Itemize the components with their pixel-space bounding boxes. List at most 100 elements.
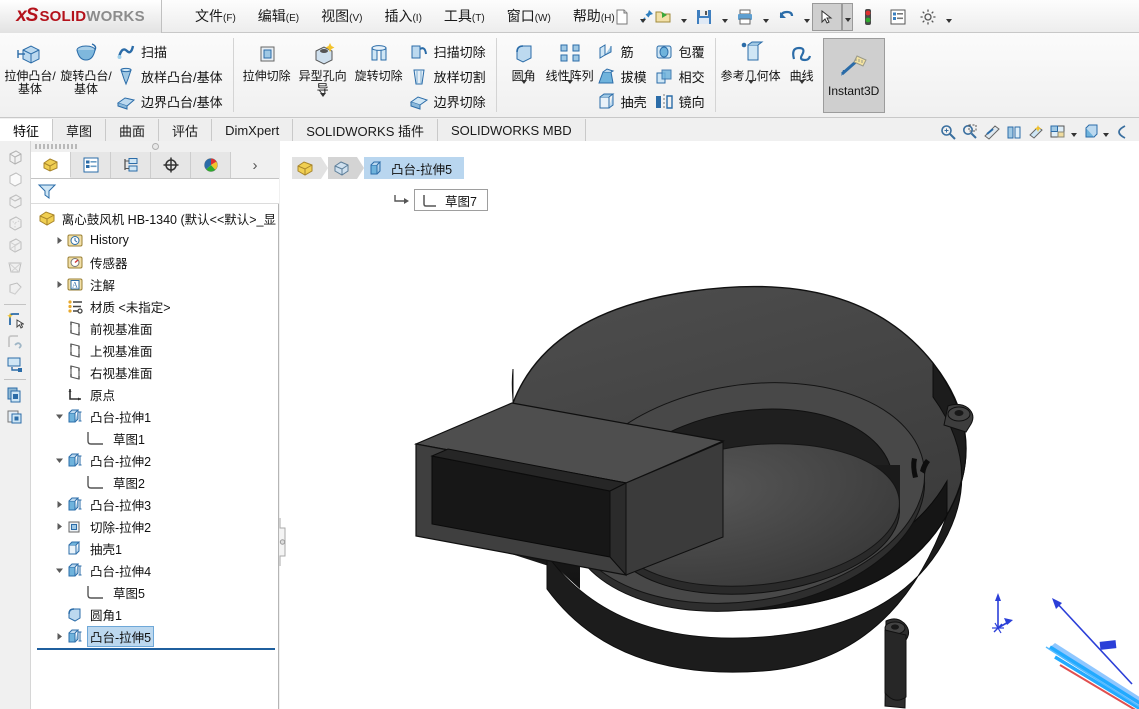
tree-item-right-plane[interactable]: 右视基准面 <box>31 361 279 383</box>
menu-tools[interactable]: 工具(T) <box>433 2 496 30</box>
tree-item-sketch5[interactable]: 草图5 <box>31 581 279 603</box>
boundary-boss-button[interactable]: 边界凸台/基体 <box>114 89 228 114</box>
undo-dropdown[interactable] <box>801 3 812 31</box>
extruded-boss-base-button[interactable]: 拉伸凸台/基体 <box>2 36 58 108</box>
menu-view[interactable]: 视图(V) <box>310 2 373 30</box>
lofted-boss-button[interactable]: 放样凸台/基体 <box>114 64 228 89</box>
chevron-right-icon[interactable] <box>52 625 66 647</box>
tree-item-origin[interactable]: 原点 <box>31 383 279 405</box>
save-icon[interactable] <box>689 3 719 31</box>
reference-geometry-dropdown[interactable] <box>747 80 754 98</box>
select-dropdown[interactable] <box>842 2 853 31</box>
curves-dropdown[interactable] <box>798 80 805 98</box>
chevron-right-icon[interactable] <box>52 493 66 515</box>
menu-window[interactable]: 窗口(W) <box>496 2 562 30</box>
fmtab-configuration-manager[interactable] <box>111 152 151 178</box>
revolved-cut-button[interactable]: 旋转切除 <box>351 36 407 108</box>
panel-splitter[interactable] <box>274 518 286 566</box>
boundary-cut-button[interactable]: 边界切除 <box>407 89 491 114</box>
lofted-cut-button[interactable]: 放样切割 <box>407 64 491 89</box>
tree-item-boss-extrude4[interactable]: 凸台-拉伸4 <box>31 559 279 581</box>
rail-display-pane[interactable] <box>2 353 28 375</box>
rail-shaded[interactable] <box>2 168 28 190</box>
tree-item-front-plane[interactable]: 前视基准面 <box>31 317 279 339</box>
fmtab-property-manager[interactable] <box>71 152 111 178</box>
chevron-right-icon[interactable] <box>52 273 66 295</box>
rail-perspective[interactable] <box>2 256 28 278</box>
print-icon[interactable] <box>730 3 760 31</box>
save-dropdown[interactable] <box>719 3 730 31</box>
tab-surfaces[interactable]: 曲面 <box>106 119 160 141</box>
curves-button[interactable]: 曲线 <box>781 36 823 108</box>
hole-wizard-dropdown[interactable] <box>319 93 326 111</box>
tree-item-top-plane[interactable]: 上视基准面 <box>31 339 279 361</box>
hide-show-items-icon[interactable] <box>1047 122 1069 142</box>
tree-item-material[interactable]: 材质 <未指定> <box>31 295 279 317</box>
open-folder-icon[interactable] <box>648 3 678 31</box>
menu-file[interactable]: 文件(F) <box>184 2 247 30</box>
instant3d-button[interactable]: Instant3D <box>822 38 885 113</box>
mirror-button[interactable]: 镜向 <box>652 89 710 114</box>
tree-item-cut-extrude2[interactable]: 切除-拉伸2 <box>31 515 279 537</box>
apply-scene-icon[interactable] <box>1111 122 1133 142</box>
options-list-icon[interactable] <box>883 3 913 31</box>
select-cursor-icon[interactable] <box>812 2 842 31</box>
rebuild-traffic-light-icon[interactable] <box>853 3 883 31</box>
fillet-dropdown[interactable] <box>520 80 527 98</box>
menu-edit[interactable]: 编辑(E) <box>247 2 310 30</box>
tab-dimxpert[interactable]: DimXpert <box>212 119 294 141</box>
chevron-right-icon[interactable] <box>52 229 66 251</box>
graphics-area[interactable]: 凸台-拉伸5 草图7 <box>280 141 1139 709</box>
revolved-boss-base-button[interactable]: 旋转凸台/基体 <box>58 36 114 108</box>
menu-insert[interactable]: 插入(I) <box>373 2 432 30</box>
linear-pattern-dropdown[interactable] <box>566 80 573 98</box>
rail-edit-sketch[interactable] <box>2 331 28 353</box>
chevron-down-icon[interactable] <box>52 559 66 581</box>
tree-item-boss-extrude2[interactable]: 凸台-拉伸2 <box>31 449 279 471</box>
display-style-icon[interactable] <box>1025 122 1047 142</box>
chevron-down-icon[interactable] <box>52 405 66 427</box>
tree-item-shell1[interactable]: 抽壳1 <box>31 537 279 559</box>
tree-item-sketch1[interactable]: 草图1 <box>31 427 279 449</box>
feature-tree-filter[interactable] <box>31 179 279 204</box>
appearances-icon[interactable] <box>1079 122 1101 142</box>
chevron-right-icon[interactable] <box>52 515 66 537</box>
appearances-dropdown[interactable] <box>1101 122 1111 142</box>
open-folder-dropdown[interactable] <box>678 3 689 31</box>
fmtab-dimxpert-manager[interactable] <box>151 152 191 178</box>
undo-icon[interactable] <box>771 3 801 31</box>
new-document-icon[interactable] <box>607 3 637 31</box>
chevron-right-icon[interactable]: › <box>231 157 279 174</box>
tree-item-fillet1[interactable]: 圆角1 <box>31 603 279 625</box>
tab-solidworks-mbd[interactable]: SOLIDWORKS MBD <box>438 119 586 141</box>
tree-item-annotations[interactable]: A 注解 <box>31 273 279 295</box>
shell-button[interactable]: 抽壳 <box>594 89 652 114</box>
wrap-button[interactable]: 包覆 <box>652 39 710 64</box>
tree-item-part-root[interactable]: 离心鼓风机 HB-1340 (默认<<默认>_显 <box>31 207 279 229</box>
rail-shadows[interactable] <box>2 278 28 300</box>
feature-manager-handle[interactable] <box>31 141 279 152</box>
rail-configurations[interactable] <box>2 384 28 406</box>
intersect-button[interactable]: 相交 <box>652 64 710 89</box>
extruded-cut-button[interactable]: 拉伸切除 <box>239 36 295 108</box>
print-dropdown[interactable] <box>760 3 771 31</box>
view-orientation-icon[interactable] <box>1003 122 1025 142</box>
rail-hidden-lines-removed[interactable] <box>2 190 28 212</box>
section-view-icon[interactable] <box>981 122 1003 142</box>
tab-sketch[interactable]: 草图 <box>53 119 107 141</box>
hole-wizard-button[interactable]: 异型孔向导 <box>295 36 351 111</box>
tree-item-history[interactable]: History <box>31 229 279 251</box>
rail-wireframe[interactable] <box>2 234 28 256</box>
tree-item-boss-extrude3[interactable]: 凸台-拉伸3 <box>31 493 279 515</box>
tree-item-sketch2[interactable]: 草图2 <box>31 471 279 493</box>
rail-shaded-with-edges[interactable] <box>2 146 28 168</box>
tab-evaluate[interactable]: 评估 <box>159 119 213 141</box>
fmtab-display-manager[interactable] <box>191 152 231 178</box>
swept-cut-button[interactable]: 扫描切除 <box>407 39 491 64</box>
swept-boss-button[interactable]: 扫描 <box>114 39 228 64</box>
gear-icon[interactable] <box>913 3 943 31</box>
reference-geometry-button[interactable]: 参考几何体 <box>721 36 781 108</box>
zoom-to-fit-icon[interactable] <box>937 122 959 142</box>
tab-solidworks-addins[interactable]: SOLIDWORKS 插件 <box>293 119 438 141</box>
tree-item-boss-extrude5[interactable]: 凸台-拉伸5 <box>31 625 279 647</box>
